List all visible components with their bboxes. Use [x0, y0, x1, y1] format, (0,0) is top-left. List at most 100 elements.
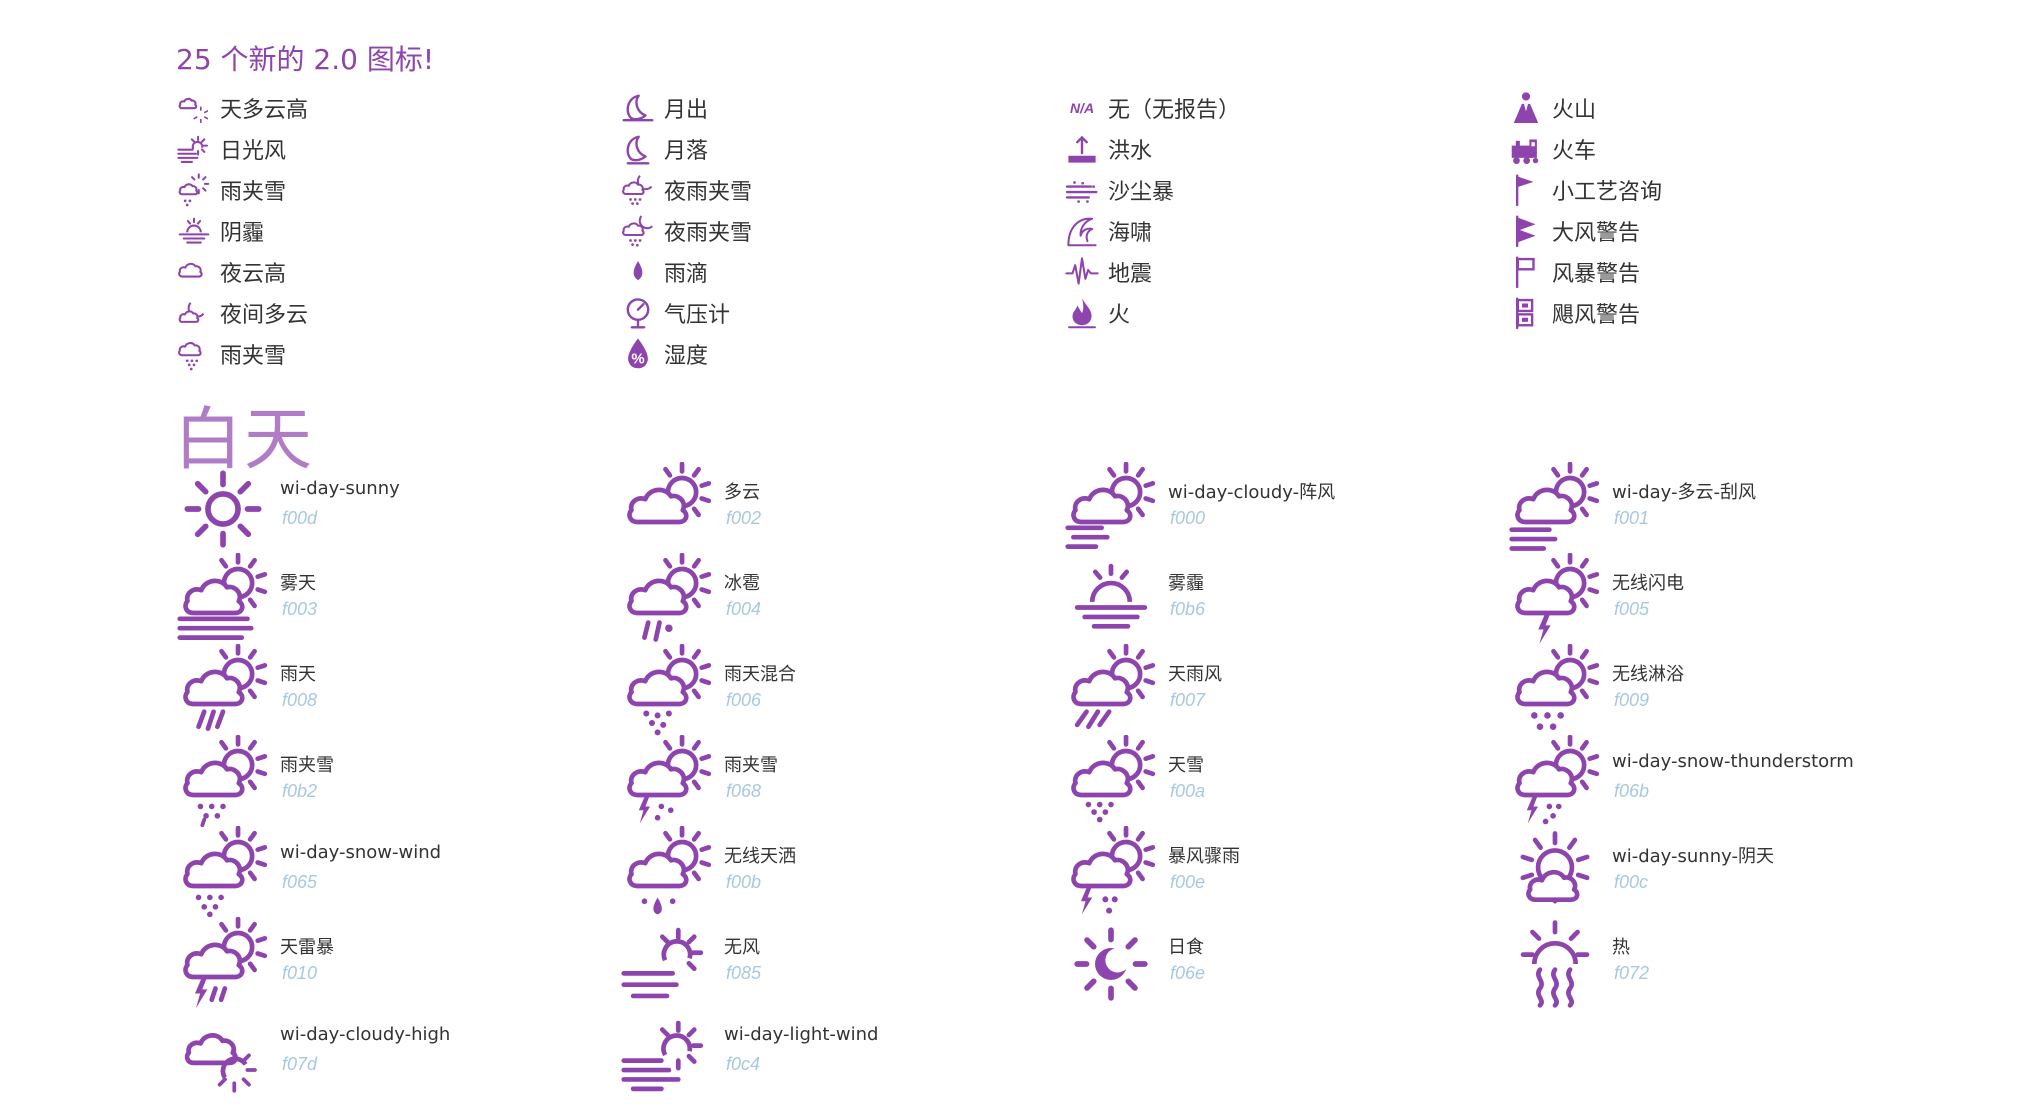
day-light-wind-icon: [620, 1008, 714, 1102]
day-icon-name: 天雨风: [1168, 664, 1222, 685]
day-sunny-overcast-icon: [1508, 826, 1602, 920]
day-icon-item: wi-day-snow-wind f065: [176, 825, 596, 918]
day-icon-item: 雨天 f008: [176, 643, 596, 734]
new-icon-item: 夜云高: [176, 252, 576, 292]
day-icon-item: 雨夹雪 f0b2: [176, 734, 596, 828]
day-icon-name: 雨夹雪: [280, 755, 334, 776]
day-icon-code: f00d: [282, 508, 318, 528]
new-icon-item: 夜雨夹雪: [620, 211, 1020, 251]
day-icon-item: 冰雹 f004: [620, 552, 1040, 643]
new-icon-item: 海啸: [1064, 211, 1464, 251]
new-icon-label: 雨夹雪: [220, 344, 287, 369]
new-icon-item: 雨夹雪: [176, 170, 576, 210]
gale-warning-icon: [1508, 213, 1544, 249]
day-icon-code: f010: [282, 963, 318, 983]
page: 25 个新的 2.0 图标! 天多云高 日光风 雨夹雪 阴霾 夜云高 夜间多云 雨夹雪 月出月…: [0, 0, 2038, 1118]
day-icon-name: 天雪: [1168, 755, 1204, 776]
new-icon-item: 火山: [1508, 88, 1908, 128]
new-icon-item: 夜雨夹雪: [620, 170, 1020, 210]
night-cloudy-high-icon: [176, 254, 212, 290]
new-icon-item: 火车: [1508, 129, 1908, 169]
day-icon-item: 雾霾 f0b6: [1064, 553, 1484, 643]
new-icon-item: 月落: [620, 129, 1020, 169]
day-cloudy-high-icon: [176, 90, 212, 126]
day-icon-code: f065: [282, 872, 318, 892]
new-icon-label: 夜间多云: [220, 303, 309, 328]
new-icon-item: 月出: [620, 88, 1020, 128]
new-icon-label: 火: [1108, 303, 1131, 328]
day-icon-item: wi-day-cloudy-阵风 f000: [1064, 461, 1484, 552]
day-sleet-icon: [176, 734, 270, 829]
new-icon-label: 飓风警告: [1552, 303, 1641, 328]
day-icon-code: f002: [726, 508, 762, 528]
new-icon-item: 飓风警告: [1508, 293, 1908, 333]
day-sprinkle-icon: [620, 825, 714, 920]
day-icon-code: f004: [726, 599, 762, 619]
day-icon-name: 雾天: [280, 573, 316, 594]
day-icon-name: 雨天: [280, 664, 316, 685]
day-icon-name: wi-day-cloudy-high: [280, 1024, 451, 1045]
night-partly-cloudy-icon: [176, 295, 212, 331]
day-icon-code: f072: [1614, 963, 1650, 983]
new-icon-item: 大风警告: [1508, 211, 1908, 251]
day-icon-item: 天雪 f00a: [1064, 734, 1484, 825]
day-icon-code: f085: [726, 963, 762, 983]
hurricane-warning-icon: [1508, 295, 1544, 331]
new-icon-label: 夜云高: [220, 262, 287, 287]
new-icon-item: N/A 无（无报告）: [1064, 88, 1464, 128]
day-icon-code: f000: [1170, 508, 1206, 528]
earthquake-icon: [1064, 254, 1100, 290]
new-icon-item: % 湿度: [620, 334, 1020, 374]
day-haze-icon: [1064, 553, 1158, 647]
barometer-icon: [620, 295, 656, 331]
day-rain-mix-icon: [620, 643, 714, 738]
day-icon-item: wi-day-sunny f00d: [176, 462, 596, 552]
day-showers-icon: [1508, 643, 1602, 738]
storm-warning-icon: [1508, 254, 1544, 290]
day-snow-wind-icon: [176, 825, 270, 920]
new-icon-item: 天多云高: [176, 88, 576, 128]
day-icon-code: f00b: [726, 872, 762, 892]
day-lightning-icon: [1508, 552, 1602, 647]
day-icon-code: f0b6: [1170, 599, 1206, 619]
hot-icon: [1508, 917, 1602, 1011]
new-icon-label: 洪水: [1108, 139, 1153, 164]
new-icons-grid: 天多云高 日光风 雨夹雪 阴霾 夜云高 夜间多云 雨夹雪 月出 月落 夜雨夹雪 夜雨夹雪 雨滴 气压计%…: [0, 88, 2038, 378]
flood-icon: [1064, 131, 1100, 167]
day-icon-item: 雨天混合 f006: [620, 643, 1040, 736]
day-icon-item: 无风 f085: [620, 917, 1040, 1007]
new-icon-label: 火山: [1552, 98, 1597, 123]
day-icon-code: f006: [726, 690, 762, 710]
fire-icon: [1064, 295, 1100, 331]
day-icon-code: f007: [1170, 690, 1206, 710]
day-icon-name: wi-day-cloudy-阵风: [1168, 482, 1336, 503]
small-craft-advisory-icon: [1508, 172, 1544, 208]
day-icon-item: 雾天 f003: [176, 552, 596, 643]
svg-text:%: %: [631, 351, 644, 368]
day-icon-name: 暴风骤雨: [1168, 846, 1240, 867]
day-icon-code: f005: [1614, 599, 1650, 619]
day-icon-name: 冰雹: [724, 573, 760, 594]
moonset-icon: [620, 131, 656, 167]
day-snow-icon: [1064, 734, 1158, 829]
day-rain-icon: [176, 643, 270, 738]
day-icon-name: 无线淋浴: [1612, 664, 1684, 685]
day-icon-name: wi-day-sunny: [280, 478, 400, 499]
day-icon-name: wi-day-snow-wind: [280, 842, 442, 863]
day-icon-name: 日食: [1168, 937, 1204, 958]
day-cloudy-windy-icon: [1508, 461, 1602, 556]
new-icon-label: 沙尘暴: [1108, 180, 1175, 205]
new-icon-item: 洪水: [1064, 129, 1464, 169]
raindrop-icon: [620, 254, 656, 290]
new-icon-item: 夜间多云: [176, 293, 576, 333]
moonrise-icon: [620, 90, 656, 126]
new-icon-item: 气压计: [620, 293, 1020, 333]
day-icon-item: 无线淋浴 f009: [1508, 643, 1928, 734]
new-icon-item: 小工艺咨询: [1508, 170, 1908, 210]
day-icon-name: 天雷暴: [280, 937, 334, 958]
day-rain-wind-icon: [1064, 643, 1158, 738]
new-icon-label: 雨夹雪: [220, 180, 287, 205]
new-icon-label: 阴霾: [220, 221, 265, 246]
night-alt-sleet-icon: [620, 213, 656, 249]
day-sunny-icon: [176, 462, 270, 556]
